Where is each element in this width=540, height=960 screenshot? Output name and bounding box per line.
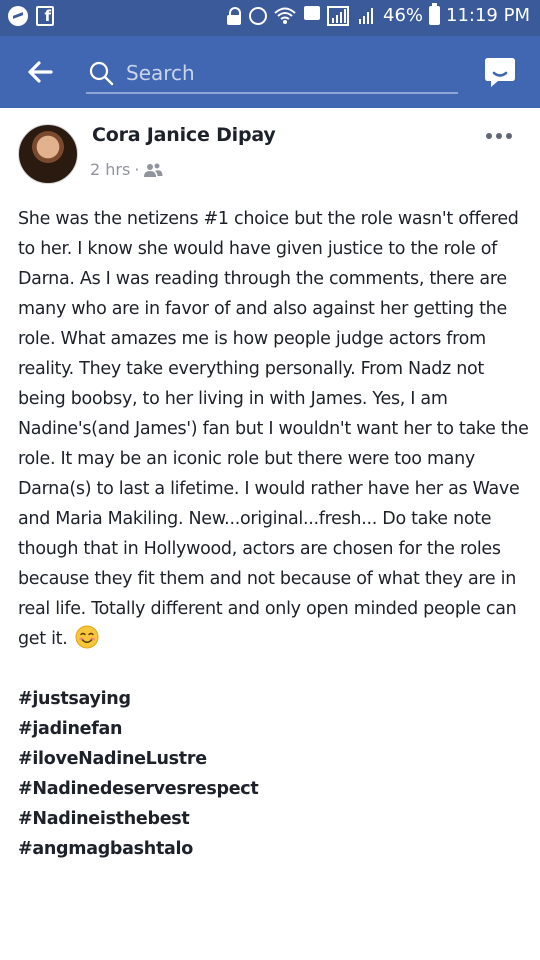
facebook-notification-icon: f (36, 6, 54, 26)
signal-icon-2 (357, 6, 377, 26)
back-arrow-icon (28, 61, 53, 83)
back-button[interactable] (20, 52, 60, 92)
search-icon (89, 61, 114, 86)
signal-icon (327, 5, 351, 26)
hashtag-link[interactable]: #Nadinedeservesrespect (18, 774, 530, 804)
wifi-icon (273, 6, 297, 26)
battery-icon (429, 3, 441, 25)
meta-separator: · (134, 160, 140, 179)
hashtag-link[interactable]: #iloveNadineLustre (18, 744, 530, 774)
messenger-notification-icon (8, 6, 28, 26)
search-input[interactable] (124, 60, 428, 86)
status-right-icons: 46% 11:19 PM (225, 3, 530, 27)
author-avatar[interactable] (18, 124, 78, 184)
battery-percent: 46% (383, 5, 424, 26)
post-text-content: She was the netizens #1 choice but the r… (18, 209, 529, 649)
hashtag-link[interactable]: #justsaying (18, 684, 530, 714)
post-text: She was the netizens #1 choice but the r… (18, 204, 530, 654)
clock: 11:19 PM (446, 5, 530, 26)
more-dot-icon (486, 133, 492, 139)
post-header: Cora Janice Dipay 2 hrs · (0, 108, 540, 204)
more-options-button[interactable] (484, 126, 514, 146)
hashtag-link[interactable]: #jadinefan (18, 714, 530, 744)
status-bar: f 46% 11:19 PM (0, 0, 540, 36)
status-left-icons: f (8, 6, 54, 26)
hashtag-link[interactable]: #Nadineisthebest (18, 804, 530, 834)
smiling-face-emoji (75, 625, 99, 649)
messenger-icon (485, 58, 515, 87)
messenger-button[interactable] (482, 54, 518, 90)
more-dot-icon (496, 133, 502, 139)
post-time[interactable]: 2 hrs (90, 160, 130, 179)
author-name[interactable]: Cora Janice Dipay (92, 124, 276, 146)
alarm-icon (249, 6, 267, 25)
message-icon (303, 4, 321, 27)
hashtag-list: #justsaying #jadinefan #iloveNadineLustr… (18, 684, 530, 864)
hashtag-link[interactable]: #angmagbashtalo (18, 834, 530, 864)
post-meta: 2 hrs · (90, 160, 163, 179)
more-dot-icon (506, 133, 512, 139)
friends-icon (144, 163, 163, 177)
lock-icon (225, 6, 243, 25)
nav-bar (0, 36, 540, 108)
search-bar[interactable] (86, 54, 458, 94)
post-body: She was the netizens #1 choice but the r… (18, 204, 530, 864)
